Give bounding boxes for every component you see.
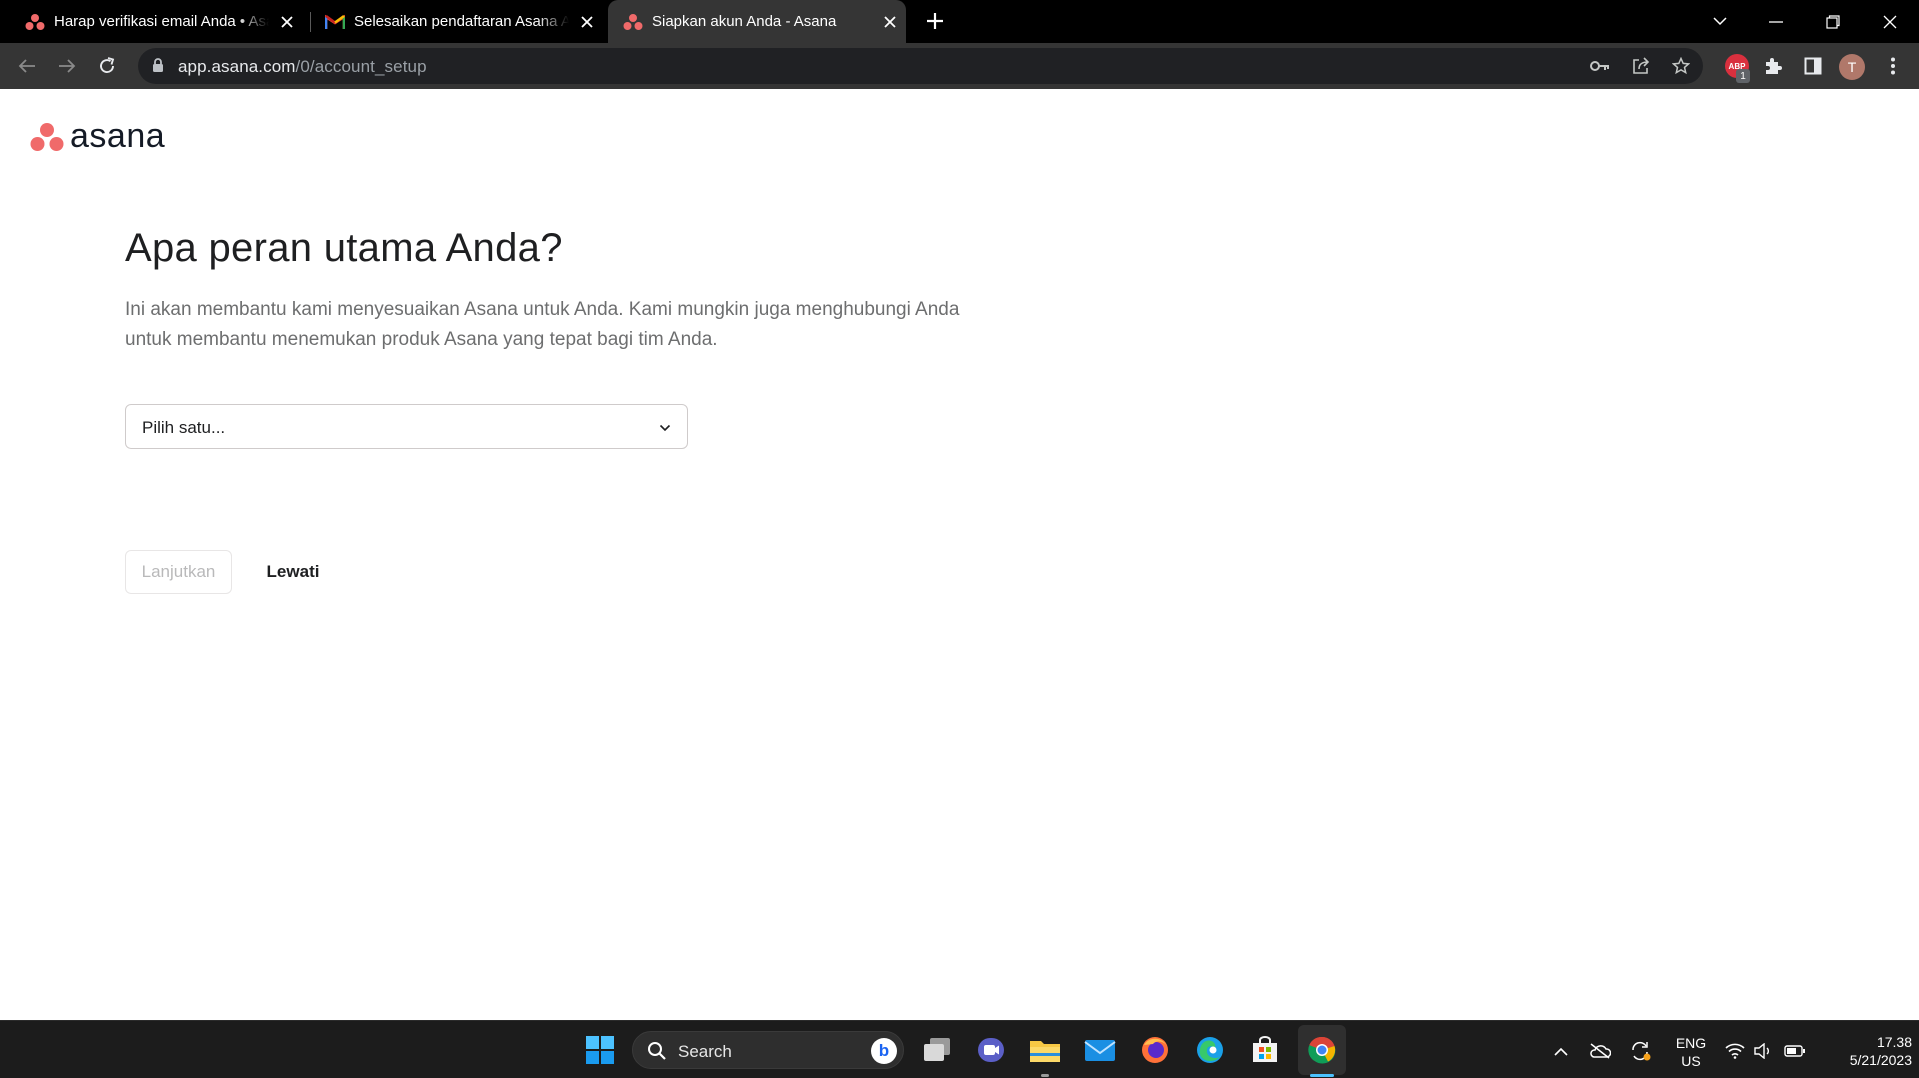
side-panel-icon[interactable] [1799, 52, 1827, 80]
tab-title: Selesaikan pendaftaran Asana Anda [354, 13, 569, 30]
clock[interactable]: 17.38 5/21/2023 [1820, 1033, 1912, 1069]
tab-gmail-registration[interactable]: Selesaikan pendaftaran Asana Anda [300, 0, 608, 43]
profile-avatar[interactable]: T [1839, 54, 1865, 80]
minimize-icon[interactable] [1748, 0, 1804, 43]
browser-tab-strip: Harap verifikasi email Anda • Asana Sele… [0, 0, 1919, 43]
url-path: /0/account_setup [295, 57, 427, 76]
taskbar-search-box[interactable]: Search b [632, 1031, 904, 1069]
page-description: Ini akan membantu kami menyesuaikan Asan… [125, 299, 960, 350]
forward-arrow-icon[interactable] [53, 52, 81, 80]
volume-icon[interactable] [1752, 1040, 1774, 1062]
url-host: app.asana.com [178, 57, 296, 76]
taskbar-search-label: Search [678, 1042, 732, 1061]
windows-start-icon[interactable] [580, 1030, 620, 1070]
tab-verify-email[interactable]: Harap verifikasi email Anda • Asana [0, 0, 310, 43]
tab-account-setup[interactable]: Siapkan akun Anda - Asana [608, 0, 906, 43]
asana-icon [24, 11, 46, 33]
file-explorer-icon[interactable] [1025, 1030, 1065, 1070]
skip-button[interactable]: Lewati [252, 550, 334, 594]
edge-icon[interactable] [1190, 1030, 1230, 1070]
tab-title: Siapkan akun Anda - Asana [652, 13, 837, 30]
onedrive-offline-icon[interactable] [1589, 1040, 1611, 1062]
firefox-icon[interactable] [1135, 1030, 1175, 1070]
battery-icon[interactable] [1784, 1040, 1806, 1062]
wifi-icon[interactable] [1724, 1040, 1746, 1062]
extensions-puzzle-icon[interactable] [1759, 52, 1787, 80]
bing-icon[interactable]: b [871, 1038, 897, 1064]
address-bar[interactable]: app.asana.com/0/account_setup [138, 48, 1703, 84]
more-menu-icon[interactable] [1879, 52, 1907, 80]
region-code: US [1681, 1053, 1701, 1069]
chevron-down-icon [659, 419, 671, 437]
role-select[interactable]: Pilih satu... [125, 404, 688, 449]
page-content: asana Apa peran utama Anda? Ini akan mem… [0, 89, 1919, 1020]
reload-icon[interactable] [93, 52, 121, 80]
url-text[interactable]: app.asana.com/0/account_setup [178, 57, 427, 77]
asana-logo[interactable]: asana [30, 117, 165, 156]
clock-time: 17.38 [1876, 1034, 1912, 1050]
new-tab-plus-icon[interactable] [922, 8, 948, 34]
restore-window-icon[interactable] [1805, 0, 1861, 43]
windows-taskbar: Search b ENG US 17.38 5/21/2023 [0, 1020, 1919, 1078]
browser-toolbar: app.asana.com/0/account_setup ABP 1 T [0, 43, 1919, 89]
tab-title: Harap verifikasi email Anda • Asana [54, 13, 269, 30]
asana-logo-mark-icon [30, 122, 64, 151]
sync-update-icon[interactable] [1630, 1040, 1652, 1062]
language-indicator[interactable]: ENG US [1671, 1034, 1711, 1070]
mail-icon[interactable] [1080, 1030, 1120, 1070]
share-icon[interactable] [1629, 54, 1653, 78]
microsoft-store-icon[interactable] [1245, 1030, 1285, 1070]
close-window-icon[interactable] [1862, 0, 1918, 43]
back-arrow-icon[interactable] [13, 52, 41, 80]
close-tab-icon[interactable] [880, 12, 900, 32]
role-select-value: Pilih satu... [142, 418, 226, 437]
logo-wordmark: asana [70, 117, 166, 155]
asana-icon [622, 11, 644, 33]
clock-date: 5/21/2023 [1849, 1052, 1912, 1068]
page-title: Apa peran utama Anda? [125, 226, 563, 270]
running-indicator [1041, 1074, 1049, 1077]
continue-button[interactable]: Lanjutkan [125, 550, 232, 594]
bookmark-star-icon[interactable] [1669, 54, 1693, 78]
teams-chat-icon[interactable] [971, 1030, 1011, 1070]
task-view-icon[interactable] [917, 1030, 957, 1070]
lock-icon[interactable] [152, 58, 164, 78]
extension-count-badge: 1 [1736, 69, 1750, 83]
show-hidden-icons-chevron-icon[interactable] [1550, 1040, 1572, 1062]
close-tab-icon[interactable] [277, 12, 297, 32]
tab-search-chevron-icon[interactable] [1692, 0, 1748, 43]
search-icon [647, 1041, 667, 1066]
chrome-icon[interactable] [1302, 1030, 1342, 1070]
active-indicator [1310, 1074, 1334, 1077]
password-key-icon[interactable] [1588, 54, 1612, 78]
gmail-icon [324, 11, 346, 33]
close-tab-icon[interactable] [577, 12, 597, 32]
language-code: ENG [1675, 1035, 1707, 1051]
